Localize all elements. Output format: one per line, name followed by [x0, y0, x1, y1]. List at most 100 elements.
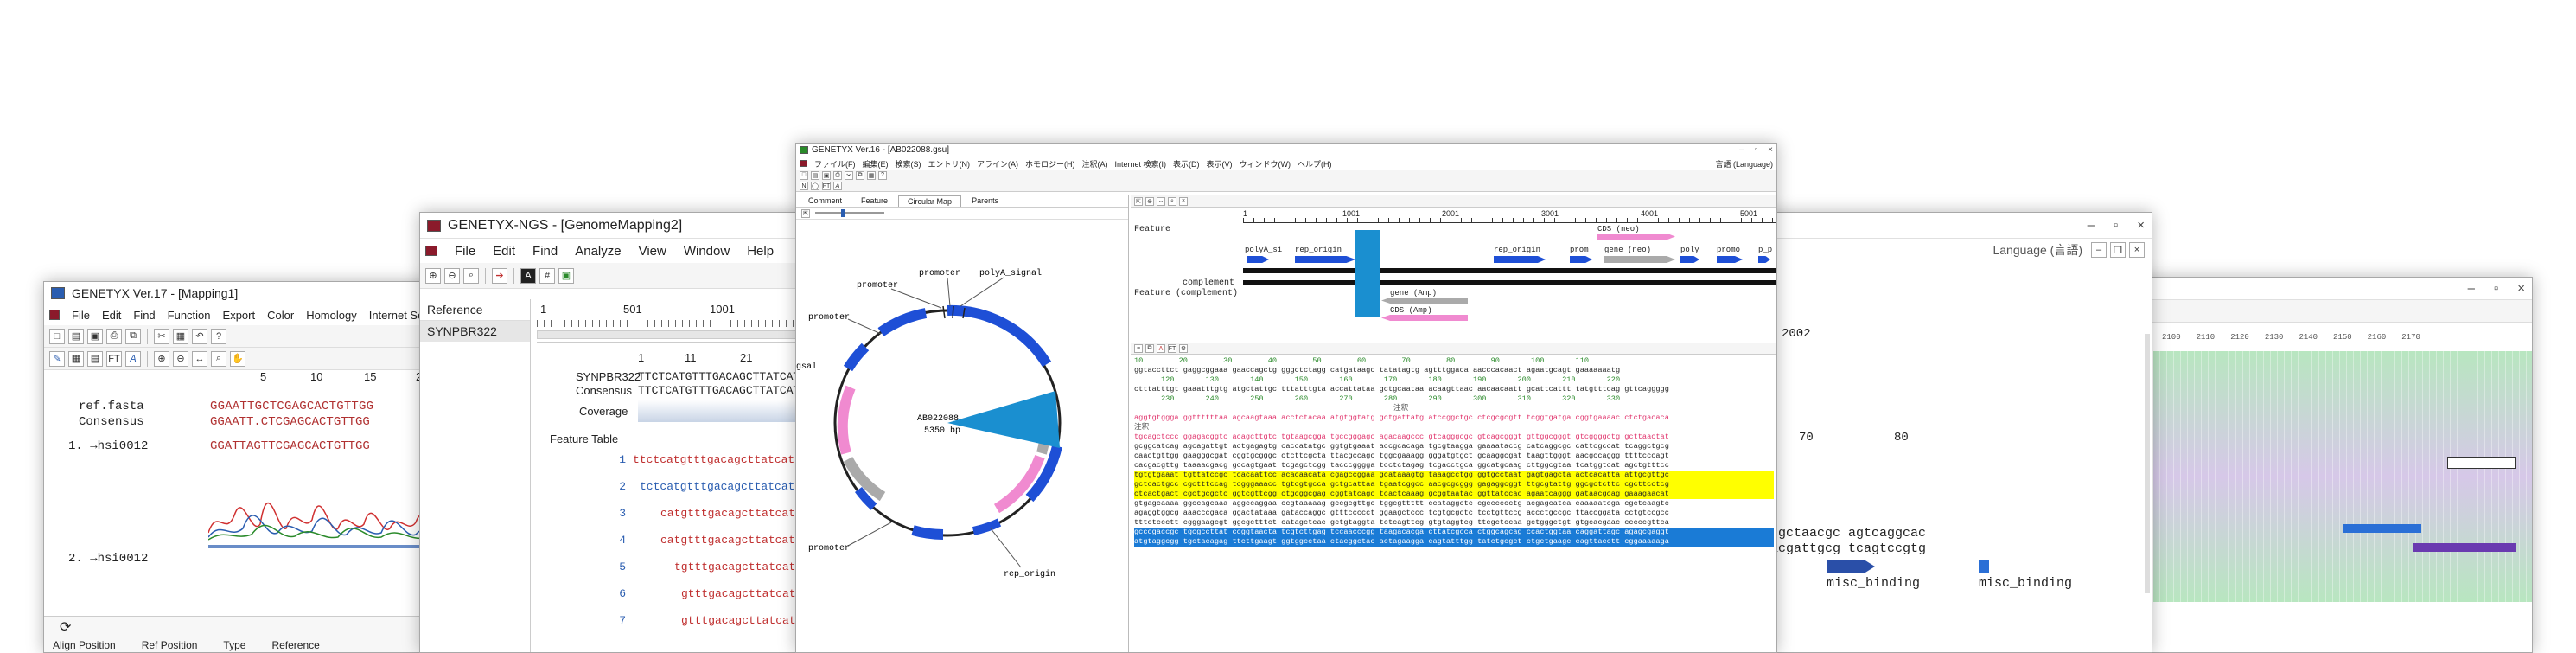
zoom-in-icon[interactable]: ⊕: [154, 350, 169, 367]
read-row[interactable]: 7 gtttgacagcttatcatc: [532, 614, 816, 641]
menu-edit[interactable]: Edit: [102, 309, 121, 322]
minimize-icon[interactable]: –: [1739, 145, 1744, 155]
close-icon[interactable]: ×: [1179, 196, 1188, 206]
fit-width-icon[interactable]: ↔: [192, 350, 207, 367]
minimize-icon[interactable]: –: [2468, 281, 2475, 296]
menu-align[interactable]: アライン(A): [977, 158, 1018, 170]
close-icon[interactable]: ×: [2137, 218, 2145, 233]
table-icon[interactable]: ▤: [87, 350, 103, 367]
close-icon[interactable]: ×: [1768, 145, 1773, 155]
close-icon[interactable]: ×: [2517, 281, 2525, 296]
tab-reference[interactable]: Reference: [271, 639, 319, 651]
italic-a-icon[interactable]: A: [125, 350, 141, 367]
menu-view[interactable]: 表示(V): [1207, 158, 1233, 170]
read-row-2-label[interactable]: 2. →hsi0012: [68, 552, 148, 566]
sidebar-item-synpbr322[interactable]: SYNPBR322: [420, 321, 530, 342]
grid-icon[interactable]: #: [539, 267, 555, 284]
menu-window[interactable]: Window: [684, 244, 730, 259]
mdi-minimize-icon[interactable]: –: [2091, 242, 2107, 258]
menu-homology[interactable]: ホモロジー(H): [1025, 158, 1075, 170]
language-selector[interactable]: Language (言語): [1993, 241, 2082, 259]
read-row[interactable]: 6 gtttgacagcttatcatc: [532, 587, 816, 614]
align-icon[interactable]: ≡: [1134, 344, 1143, 353]
menu-edit[interactable]: 編集(E): [863, 158, 889, 170]
refresh-icon[interactable]: ⟳: [60, 618, 71, 636]
italic-a-icon[interactable]: A: [833, 182, 842, 190]
zoom-slider-thumb[interactable]: [841, 209, 845, 217]
menu-help[interactable]: ヘルプ(H): [1298, 158, 1332, 170]
zoom-in-icon[interactable]: ⊕: [425, 267, 441, 284]
new-file-icon[interactable]: □: [800, 170, 808, 180]
print-icon[interactable]: ⎙: [833, 170, 842, 180]
menu-edit[interactable]: Edit: [493, 244, 515, 259]
font-icon[interactable]: FT: [822, 182, 831, 190]
cursor-icon[interactable]: ⇱: [801, 208, 810, 218]
language-selector[interactable]: 言語 (Language): [1715, 158, 1773, 170]
save-icon[interactable]: ▣: [87, 328, 103, 344]
menu-file[interactable]: File: [72, 309, 90, 322]
menu-internet-search[interactable]: Internet 検索(I): [1115, 158, 1167, 170]
tab-type[interactable]: Type: [223, 639, 245, 651]
copy-icon[interactable]: ⧉: [125, 328, 141, 344]
hand-icon[interactable]: ✋: [230, 350, 245, 367]
tab-align-position[interactable]: Align Position: [53, 639, 116, 651]
vertical-scrollbar[interactable]: [2145, 334, 2150, 593]
tab-feature[interactable]: Feature: [852, 195, 896, 207]
circle-icon[interactable]: ◯: [811, 182, 819, 190]
read-row[interactable]: 3 catgtttgacagcttatcatc: [532, 507, 816, 534]
tab-comment[interactable]: Comment: [800, 195, 851, 207]
open-folder-icon[interactable]: ▤: [811, 170, 819, 180]
maximize-icon[interactable]: ▫: [2114, 218, 2118, 233]
menu-entry[interactable]: エントリ(N): [928, 158, 971, 170]
menu-window[interactable]: ウィンドウ(W): [1240, 158, 1291, 170]
overview-scrollbar[interactable]: [537, 330, 816, 339]
help-icon[interactable]: ?: [878, 170, 887, 180]
read-row[interactable]: 5 tgtttgacagcttatcatc: [532, 560, 816, 587]
menu-annotation[interactable]: 注釈(A): [1082, 158, 1108, 170]
cut-icon[interactable]: ✂: [845, 170, 853, 180]
cursor-icon[interactable]: ⇱: [1134, 196, 1143, 206]
n-icon[interactable]: N: [800, 182, 808, 190]
font-icon[interactable]: FT: [1168, 344, 1176, 353]
menu-help[interactable]: Help: [747, 244, 774, 259]
arrow-right-icon[interactable]: ➔: [492, 267, 507, 284]
paste-icon[interactable]: ▦: [867, 170, 876, 180]
menu-export[interactable]: Export: [223, 309, 256, 322]
read-row[interactable]: 2 tctcatgtttgacagcttatcatc: [532, 480, 816, 507]
zoom-in-icon[interactable]: ⊕: [1145, 196, 1154, 206]
cut-icon[interactable]: ✂: [154, 328, 169, 344]
menu-display[interactable]: 表示(D): [1173, 158, 1200, 170]
search-icon[interactable]: ⌕: [463, 267, 479, 284]
menu-search[interactable]: 検索(S): [896, 158, 921, 170]
menu-color[interactable]: Color: [267, 309, 294, 322]
pen-icon[interactable]: ✎: [49, 350, 65, 367]
menu-view[interactable]: View: [639, 244, 666, 259]
fit-width-icon[interactable]: ↔: [1157, 196, 1165, 206]
menu-homology[interactable]: Homology: [306, 309, 357, 322]
zoom-out-icon[interactable]: ⊖: [173, 350, 188, 367]
save-icon[interactable]: ▣: [822, 170, 831, 180]
maximize-icon[interactable]: ▫: [2494, 281, 2498, 296]
settings-icon[interactable]: ⚙: [1179, 344, 1188, 353]
mdi-restore-icon[interactable]: ❐: [2110, 242, 2126, 258]
grid-icon[interactable]: ▦: [68, 350, 84, 367]
color-icon[interactable]: A: [1157, 344, 1165, 353]
read-row-1-label[interactable]: 1. →hsi0012: [68, 439, 148, 453]
search-icon[interactable]: ⌕: [211, 350, 226, 367]
mdi-close-icon[interactable]: ×: [2129, 242, 2145, 258]
zoom-slider[interactable]: [815, 209, 884, 217]
tab-ref-position[interactable]: Ref Position: [142, 639, 198, 651]
tab-circular-map[interactable]: Circular Map: [898, 195, 962, 207]
tab-parents[interactable]: Parents: [963, 195, 1007, 207]
menu-analyze[interactable]: Analyze: [575, 244, 621, 259]
print-icon[interactable]: ⎙: [106, 328, 122, 344]
minimize-icon[interactable]: –: [2088, 218, 2095, 233]
help-icon[interactable]: ?: [211, 328, 226, 344]
menu-function[interactable]: Function: [168, 309, 211, 322]
maximize-icon[interactable]: ▫: [1755, 145, 1758, 155]
zoom-out-icon[interactable]: ⊖: [444, 267, 460, 284]
open-folder-icon[interactable]: ▤: [68, 328, 84, 344]
font-a-icon[interactable]: A: [520, 267, 536, 284]
copy-icon[interactable]: ⧉: [1145, 344, 1154, 353]
font-icon[interactable]: FT: [106, 350, 122, 367]
